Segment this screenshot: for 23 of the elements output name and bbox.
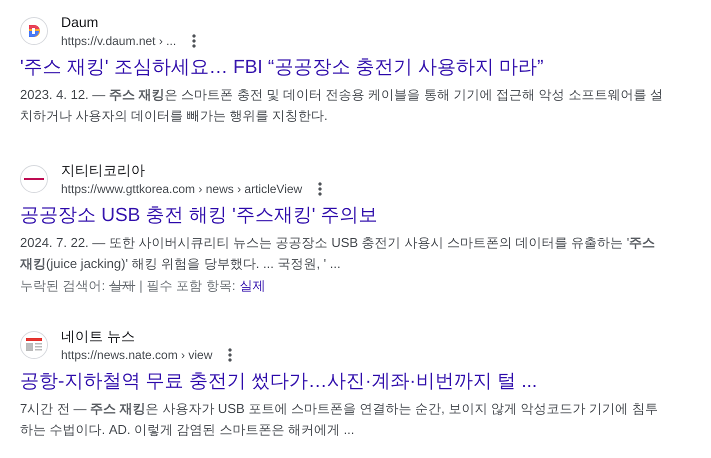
site-name: 네이트 뉴스: [61, 327, 136, 346]
more-options-icon[interactable]: [228, 348, 232, 362]
result-title-link[interactable]: 공항-지하철역 무료 충전기 썼다가…사진·계좌·비번까지 털 ...: [20, 369, 665, 394]
url-breadcrumb: https://www.gttkorea.com › news › articleView: [61, 181, 302, 198]
more-options-icon[interactable]: [318, 182, 322, 196]
result-snippet: 2023. 4. 12. — 주스 재킹은 스마트폰 충전 및 데이터 전송용 케이블을 통해 기기에 접근해 악성 소프트웨어를 설치하거나 사용자의 데이터를 빼가는 행위를 지칭한다.: [20, 86, 664, 125]
result-title-link[interactable]: 공공장소 USB 충전 해킹 '주스재킹' 주의보: [20, 203, 665, 228]
missing-terms-label: 누락된 검색어:: [20, 277, 106, 295]
separator: |: [139, 277, 143, 295]
d-logo-icon: [20, 17, 48, 45]
url-breadcrumb: https://news.nate.com › view: [61, 347, 212, 364]
missing-term: 실제: [109, 277, 136, 295]
newspaper-icon: [20, 331, 48, 359]
site-name: 지티티코리아: [61, 161, 146, 180]
url-breadcrumb: https://v.daum.net › ...: [61, 33, 176, 50]
more-options-icon[interactable]: [192, 34, 196, 48]
site-logo-icon: [20, 165, 48, 193]
required-term-link[interactable]: 실제: [239, 275, 266, 296]
result-title-link[interactable]: '주스 재킹' 조심하세요… FBI “공공장소 충전기 사용하지 마라”: [20, 55, 665, 80]
site-name: Daum: [61, 13, 100, 32]
result-snippet: 2024. 7. 22. — 또한 사이버시큐리티 뉴스는 공공장소 USB 충전기 사용시 스마트폰의 데이터를 유출하는 '주스재킹(juice jacking)' 해킹 위험을 당부했다. ... 국정원, ' ...: [20, 234, 656, 273]
required-label: 필수 포함 항목:: [146, 277, 236, 295]
result-snippet: 7시간 전 — 주스 재킹은 사용자가 USB 포트에 스마트폰을 연결하는 순간, 보이지 않게 악성코드가 기기에 침투하는 수법이다. AD. 이렇게 감염된 스마트폰은 해커에게 ...: [20, 400, 659, 439]
